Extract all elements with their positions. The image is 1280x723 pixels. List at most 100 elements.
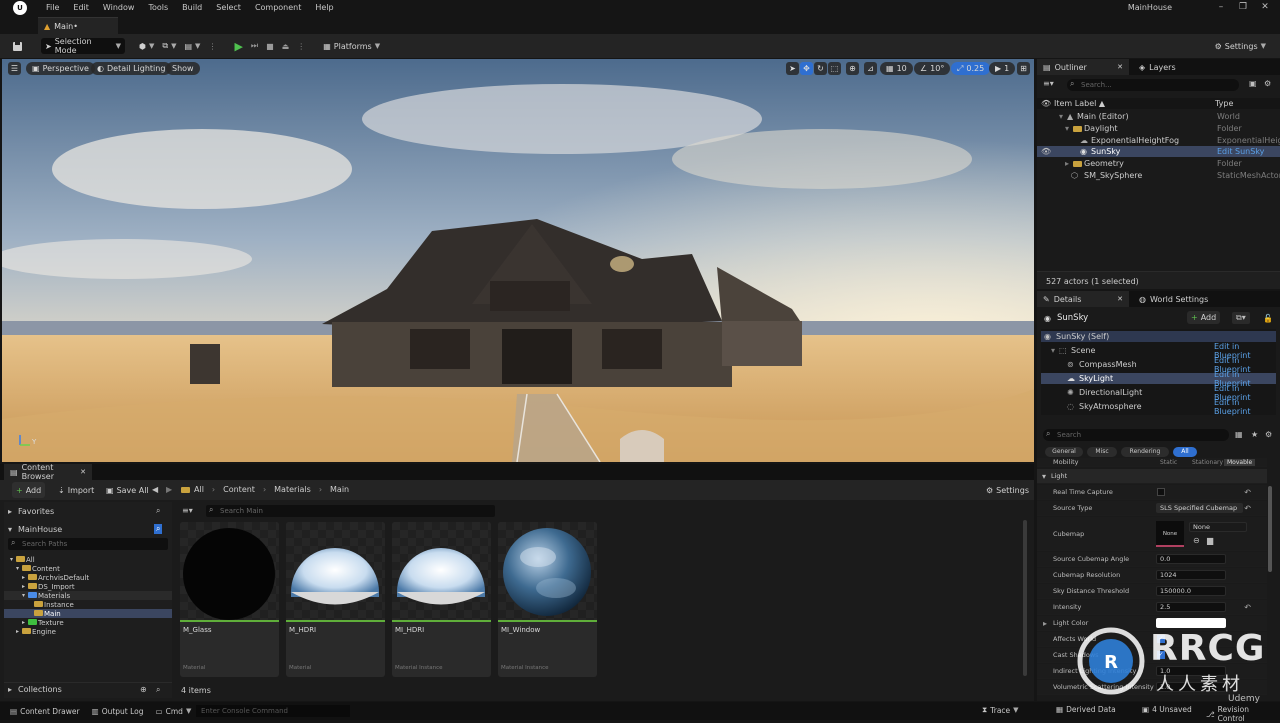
category-rendering[interactable]: Rendering: [1121, 447, 1169, 457]
volumetric-intensity-input[interactable]: 1.0: [1156, 682, 1226, 692]
minimize-icon[interactable]: –: [1214, 2, 1228, 12]
play-options-icon[interactable]: ⋮: [297, 42, 305, 51]
search-icon[interactable]: ⌕: [156, 506, 160, 516]
edit-sunsky-link[interactable]: Edit SunSky: [1217, 147, 1264, 156]
search-paths-input[interactable]: ⌕ Search Paths: [8, 538, 168, 550]
menu-component[interactable]: Component: [248, 3, 308, 12]
star-icon[interactable]: ★: [1251, 430, 1258, 439]
settings-dropdown[interactable]: ⚙ Settings ▼: [1211, 38, 1270, 54]
save-all-button[interactable]: ▣ Save All: [102, 482, 153, 498]
grid-snap-button[interactable]: ▦ 10: [880, 62, 913, 75]
details-settings-icon[interactable]: ⚙: [1265, 430, 1272, 439]
content-settings-button[interactable]: ⚙ Settings: [982, 482, 1033, 498]
search-icon[interactable]: ⌕: [156, 685, 160, 695]
search-toggle-icon[interactable]: ⌕: [154, 524, 163, 534]
tree-item[interactable]: ▸ ArchvisDefault: [4, 573, 172, 582]
light-section-header[interactable]: ▾ Light: [1037, 469, 1267, 484]
cast-shadows-checkbox[interactable]: ✓: [1157, 651, 1165, 659]
reset-icon[interactable]: ↶: [1244, 603, 1251, 612]
asset-tile[interactable]: MI_HDRI Material Instance: [392, 522, 491, 677]
surface-snap-icon[interactable]: ⊿: [864, 62, 877, 75]
stop-button[interactable]: ■: [262, 38, 278, 54]
world-local-icon[interactable]: ⊕: [846, 62, 859, 75]
eject-button[interactable]: ⏏: [278, 38, 294, 54]
visibility-icon[interactable]: 👁: [1041, 147, 1051, 156]
lock-icon[interactable]: 🔓: [1263, 314, 1273, 323]
viewport-menu-icon[interactable]: ☰: [8, 62, 21, 75]
component-row[interactable]: ⊚ CompassMesh Edit in Blueprint: [1041, 356, 1276, 374]
back-icon[interactable]: ◀: [152, 485, 158, 494]
more-icon[interactable]: ⋮: [208, 42, 216, 51]
collapse-icon[interactable]: ▾: [1059, 112, 1063, 121]
tab-details[interactable]: ✎ Details ✕: [1037, 291, 1129, 307]
close-icon[interactable]: ✕: [1258, 2, 1272, 12]
unsaved-button[interactable]: ▣ 4 Unsaved: [1136, 705, 1198, 714]
tab-layers[interactable]: ◈ Layers: [1133, 59, 1182, 75]
derived-data-button[interactable]: ▦ Derived Data: [1050, 705, 1122, 714]
outliner-row[interactable]: ▾ Daylight Folder: [1037, 123, 1280, 134]
component-row-selected[interactable]: ☁ SkyLight Edit in Blueprint: [1041, 370, 1276, 388]
intensity-input[interactable]: 2.5: [1156, 602, 1226, 612]
collapse-icon[interactable]: ▾: [1065, 124, 1069, 133]
menu-build[interactable]: Build: [175, 3, 209, 12]
column-type[interactable]: Type: [1215, 99, 1233, 108]
asset-tile[interactable]: M_Glass Material: [180, 522, 279, 677]
reset-icon[interactable]: ↶: [1244, 504, 1251, 513]
category-all[interactable]: All: [1173, 447, 1197, 457]
content-drawer-button[interactable]: ▤ Content Drawer: [4, 707, 86, 716]
component-row[interactable]: ◉ SunSky (Self): [1041, 331, 1276, 342]
category-general[interactable]: General: [1045, 447, 1083, 457]
scale-snap-button[interactable]: ⤢ 0.25: [951, 62, 991, 75]
breadcrumb-item[interactable]: Materials: [274, 485, 311, 494]
cmd-dropdown[interactable]: ▭ Cmd ▼: [150, 707, 198, 716]
tree-item[interactable]: ▾ Content: [4, 564, 172, 573]
play-button[interactable]: ▶: [230, 38, 246, 54]
cubemap-resolution-input[interactable]: 1024: [1156, 570, 1226, 580]
selection-mode-dropdown[interactable]: ➤ Selection Mode ▼: [41, 37, 125, 55]
perspective-button[interactable]: ▣ Perspective: [26, 62, 95, 75]
search-main-input[interactable]: ⌕ Search Main: [206, 505, 495, 517]
close-tab-icon[interactable]: ✕: [80, 468, 86, 476]
mobility-static[interactable]: Static: [1160, 459, 1177, 466]
affects-world-checkbox[interactable]: ✓: [1157, 635, 1165, 643]
component-row[interactable]: ▾ ⬚ Scene Edit in Blueprint: [1041, 342, 1276, 360]
forward-icon[interactable]: ▶: [166, 485, 172, 494]
maximize-icon[interactable]: ❐: [1236, 2, 1250, 12]
select-mode-icon[interactable]: ➤: [786, 62, 799, 75]
cubemap-thumbnail[interactable]: None: [1156, 521, 1184, 547]
component-row[interactable]: ◌ SkyAtmosphere Edit in Blueprint: [1041, 398, 1276, 416]
console-input[interactable]: Enter Console Command: [196, 705, 350, 717]
cinematics-button[interactable]: ▤ ▼: [180, 38, 204, 54]
maximize-viewport-icon[interactable]: ⊞: [1017, 62, 1030, 75]
breadcrumb-item[interactable]: Content: [223, 485, 255, 494]
tree-item[interactable]: ▸ Texture: [4, 618, 172, 627]
project-header[interactable]: ▾ MainHouse ⌕: [4, 522, 172, 536]
source-type-dropdown[interactable]: SLS Specified Cubemap: [1156, 503, 1243, 513]
asset-scrollbar[interactable]: [1023, 520, 1027, 676]
mobility-stationary[interactable]: Stationary: [1192, 459, 1223, 466]
outliner-row[interactable]: ⬡ SM_SkySphere StaticMeshActor: [1037, 170, 1280, 181]
outliner-row[interactable]: ▸ Geometry Folder: [1037, 158, 1280, 169]
tree-item[interactable]: ▾ Materials: [4, 591, 172, 600]
outliner-row-selected[interactable]: 👁 ◉ SunSky Edit SunSky: [1037, 146, 1280, 157]
filter-icon[interactable]: ≡▾: [1043, 79, 1054, 88]
close-tab-icon[interactable]: ✕: [1117, 295, 1123, 303]
close-tab-icon[interactable]: ✕: [1117, 63, 1123, 71]
menu-help[interactable]: Help: [308, 3, 340, 12]
component-row[interactable]: ✺ DirectionalLight Edit in Blueprint: [1041, 384, 1276, 402]
menu-tools[interactable]: Tools: [141, 3, 175, 12]
view-mode-button[interactable]: ◐ Detail Lighting: [91, 62, 172, 75]
tree-item[interactable]: Instance: [4, 600, 172, 609]
tree-item[interactable]: ▸ Engine: [4, 627, 172, 636]
edit-in-blueprint-link[interactable]: Edit in Blueprint: [1214, 398, 1276, 416]
camera-speed-button[interactable]: ▶ 1: [989, 62, 1016, 75]
outliner-search-input[interactable]: ⌕ Search...: [1067, 79, 1239, 91]
add-collection-icon[interactable]: ⊕: [140, 685, 147, 694]
translate-mode-icon[interactable]: ✥: [800, 62, 813, 75]
tab-level-main[interactable]: ▲ Main•: [38, 17, 118, 34]
expand-icon[interactable]: ▸: [1043, 619, 1047, 628]
column-item-label[interactable]: Item Label ▲: [1054, 99, 1105, 108]
add-component-button[interactable]: + Add: [1187, 311, 1221, 324]
reset-icon[interactable]: ↶: [1244, 488, 1251, 497]
tab-content-browser[interactable]: ▤ Content Browser ✕: [4, 463, 92, 481]
